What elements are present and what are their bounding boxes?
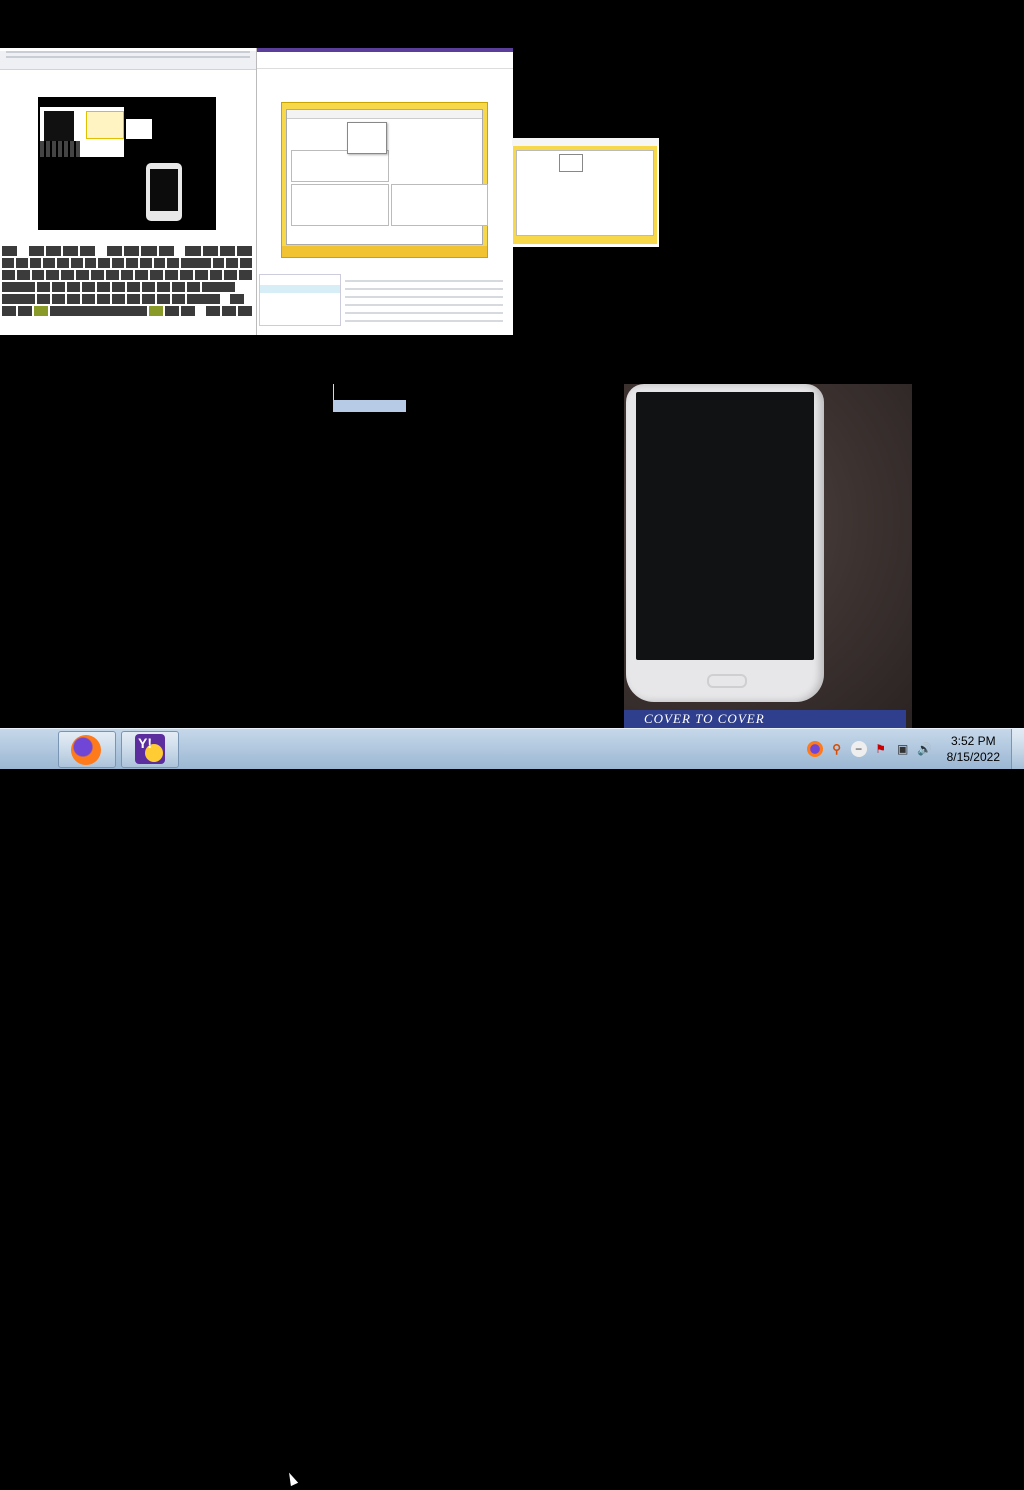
page-link[interactable] — [333, 77, 513, 85]
taskbar-button-yahoo-messenger[interactable]: Y! — [121, 731, 179, 768]
home-button — [707, 674, 747, 688]
status-bar — [0, 325, 256, 335]
phone-image — [626, 384, 824, 702]
context-menu — [347, 122, 387, 154]
cover-label: COVER TO COVER — [624, 710, 906, 728]
firefox-icon — [71, 735, 101, 765]
flag-icon[interactable]: ⚑ — [873, 741, 889, 757]
show-desktop-button[interactable] — [1011, 729, 1024, 769]
clock[interactable]: 3:52 PM 8/15/2022 — [947, 733, 1000, 765]
on-screen-keyboard[interactable] — [2, 246, 253, 318]
taskbar: Y! ⚲ − ⚑ ▣ 🔊 3:52 PM 8/15/2022 — [0, 728, 1024, 1490]
yahoo-messenger-icon: Y! — [135, 734, 165, 764]
clock-date: 8/15/2022 — [946, 750, 1000, 764]
network-icon[interactable]: ▣ — [895, 741, 911, 757]
phone-screen — [636, 392, 814, 660]
minus-icon[interactable]: − — [850, 741, 867, 757]
title-bar — [512, 138, 659, 146]
phone-photo: COVER TO COVER — [624, 384, 912, 728]
side-list[interactable] — [259, 274, 341, 326]
clock-time: 3:52 PM — [950, 734, 996, 748]
taskbar-button-firefox[interactable] — [58, 731, 116, 768]
browser-window-middle[interactable] — [256, 48, 513, 335]
browser-toolbar — [0, 51, 256, 70]
volume-icon[interactable]: 🔊 — [917, 741, 933, 757]
page-text — [333, 89, 513, 97]
system-tray[interactable]: ⚲ − ⚑ ▣ 🔊 3:52 PM 8/15/2022 — [806, 729, 1000, 769]
page-caption — [0, 74, 256, 82]
embedded-taskbar — [282, 246, 487, 257]
embedded-screenshot — [38, 97, 216, 230]
selection-highlight — [333, 400, 406, 412]
browser-window-left[interactable] — [0, 48, 256, 335]
text-caret — [333, 384, 334, 400]
firefox-icon[interactable] — [806, 741, 823, 757]
browser-toolbar — [257, 52, 513, 69]
app-screenshot — [281, 102, 488, 258]
desktop[interactable]: COVER TO COVER — [0, 0, 1024, 728]
phone-thumbnail — [146, 163, 182, 221]
context-menu — [559, 154, 583, 172]
search-icon[interactable]: ⚲ — [829, 741, 845, 757]
selected-list-item[interactable] — [260, 285, 340, 293]
floating-window-thumbnail[interactable] — [512, 138, 659, 247]
details-panel — [343, 274, 507, 332]
cover-text: COVER TO COVER — [644, 711, 765, 726]
mouse-cursor — [282, 1468, 302, 1490]
